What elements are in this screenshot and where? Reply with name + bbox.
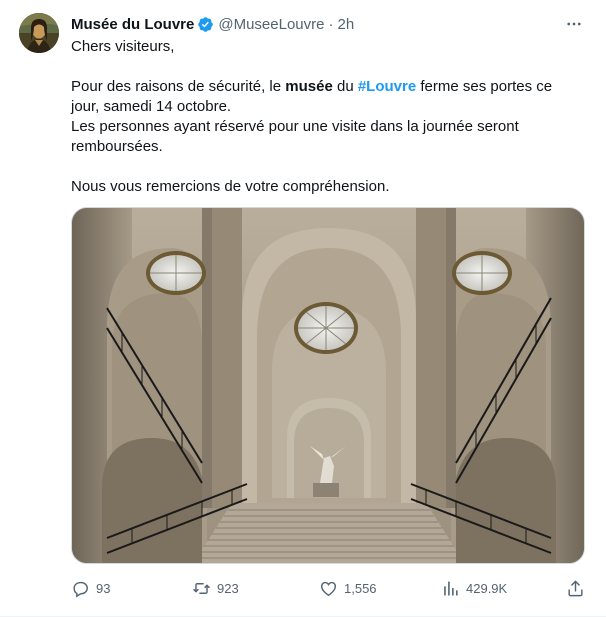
tweet-actions: 93 923 1,556 429.9K	[71, 576, 585, 600]
like-button[interactable]: 1,556	[319, 579, 377, 598]
tweet-card[interactable]: Musée du Louvre @MuseeLouvre · 2h Chers …	[0, 0, 606, 617]
handle[interactable]: @MuseeLouvre	[218, 16, 324, 33]
avatar[interactable]	[19, 13, 59, 53]
text-segment: Pour des raisons de sécurité, le	[71, 78, 286, 95]
greeting-line: Chers visiteurs,	[71, 38, 175, 55]
daru-staircase-photo-icon	[72, 208, 584, 563]
reply-button[interactable]: 93	[71, 579, 110, 598]
paragraph-refund: Les personnes ayant réservé pour une vis…	[71, 118, 519, 155]
retweet-icon	[193, 582, 210, 594]
retweet-count: 923	[217, 580, 239, 596]
tweet-header: Musée du Louvre @MuseeLouvre · 2h	[71, 14, 354, 34]
reply-icon	[73, 581, 88, 598]
views-chart-icon	[444, 580, 458, 596]
timestamp[interactable]: 2h	[337, 16, 354, 33]
views-button[interactable]: 429.9K	[441, 579, 507, 598]
tweet-text: Chers visiteurs, Pour des raisons de séc…	[71, 37, 571, 197]
retweet-button[interactable]: 923	[192, 579, 239, 598]
share-button[interactable]	[566, 579, 585, 598]
verified-badge-icon	[197, 16, 214, 33]
more-options-icon[interactable]	[564, 14, 584, 34]
mona-lisa-avatar-icon	[19, 13, 59, 53]
paragraph-thanks: Nous vous remercions de votre compréhens…	[71, 178, 390, 195]
tweet-photo[interactable]	[71, 207, 585, 564]
text-segment: du	[332, 78, 358, 95]
views-count: 429.9K	[466, 580, 508, 596]
like-count: 1,556	[344, 580, 377, 596]
reply-count: 93	[96, 580, 111, 596]
separator-dot: ·	[328, 15, 334, 33]
display-name[interactable]: Musée du Louvre	[71, 16, 194, 33]
heart-icon	[320, 581, 337, 596]
hashtag-link[interactable]: #Louvre	[358, 78, 416, 95]
share-icon	[568, 580, 583, 596]
paragraph-closure: Pour des raisons de sécurité, le musée d…	[71, 77, 571, 117]
bold-word: musée	[285, 78, 333, 95]
